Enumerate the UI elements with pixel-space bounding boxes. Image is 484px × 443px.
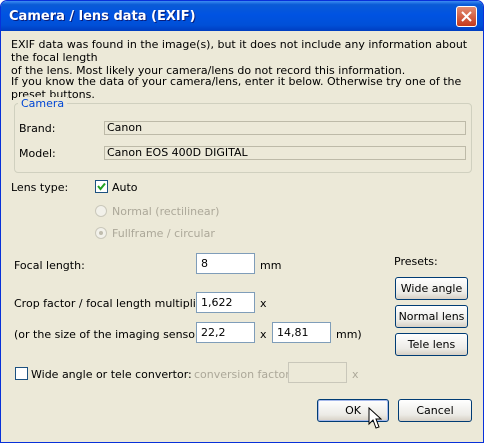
- fullframe-label: Fullframe / circular: [112, 227, 215, 240]
- focal-length-unit: mm: [260, 259, 282, 272]
- dialog-window: Camera / lens data (EXIF) EXIF data was …: [0, 0, 484, 443]
- sensor-size-label: (or the size of the imaging sensor:: [14, 328, 204, 341]
- close-button[interactable]: [456, 6, 477, 27]
- checkmark-icon: [97, 182, 106, 191]
- model-label: Model:: [19, 147, 56, 160]
- sensor-height-input[interactable]: 14,81: [272, 322, 331, 343]
- conversion-factor-label: conversion factor:: [194, 368, 294, 381]
- focal-length-label: Focal length:: [14, 259, 85, 272]
- crop-factor-input[interactable]: 1,622: [196, 292, 255, 313]
- lens-type-label: Lens type:: [11, 181, 69, 194]
- camera-group: [14, 103, 472, 173]
- camera-group-label: Camera: [18, 97, 68, 110]
- convertor-label: Wide angle or tele convertor:: [31, 368, 192, 381]
- radio-dot: [99, 231, 103, 235]
- sensor-x-label: x: [260, 328, 267, 341]
- convertor-checkbox[interactable]: [15, 367, 28, 380]
- conversion-factor-input[interactable]: [288, 362, 347, 383]
- brand-label: Brand:: [19, 122, 56, 135]
- auto-label: Auto: [112, 181, 138, 194]
- window-title: Camera / lens data (EXIF): [9, 9, 196, 24]
- close-icon: [461, 11, 472, 22]
- fullframe-radio[interactable]: [95, 227, 107, 239]
- focal-length-input[interactable]: 8: [196, 253, 255, 274]
- crop-factor-label: Crop factor / focal length multiplier:: [14, 297, 211, 310]
- tele-lens-button[interactable]: Tele lens: [395, 333, 468, 356]
- normal-label: Normal (rectilinear): [112, 205, 220, 218]
- presets-label: Presets:: [394, 255, 438, 268]
- cancel-button[interactable]: Cancel: [398, 399, 472, 422]
- mouse-pointer-icon: [368, 407, 382, 429]
- sensor-width-input[interactable]: 22,2: [196, 322, 255, 343]
- dialog-body: EXIF data was found in the image(s), but…: [4, 31, 480, 439]
- normal-lens-button[interactable]: Normal lens: [395, 305, 468, 328]
- auto-checkbox[interactable]: [95, 180, 108, 193]
- wide-angle-button[interactable]: Wide angle: [395, 277, 468, 300]
- title-bar[interactable]: Camera / lens data (EXIF): [1, 1, 483, 31]
- brand-field: Canon: [104, 121, 466, 135]
- normal-radio[interactable]: [95, 205, 107, 217]
- sensor-unit: mm): [336, 328, 362, 341]
- info-line-3: If you know the data of your camera/lens…: [11, 75, 462, 101]
- model-field: Canon EOS 400D DIGITAL: [104, 146, 466, 160]
- conversion-factor-unit: x: [352, 368, 359, 381]
- crop-factor-unit: x: [260, 297, 267, 310]
- info-line-1: EXIF data was found in the image(s), but…: [11, 38, 468, 64]
- info-text: EXIF data was found in the image(s), but…: [11, 38, 471, 77]
